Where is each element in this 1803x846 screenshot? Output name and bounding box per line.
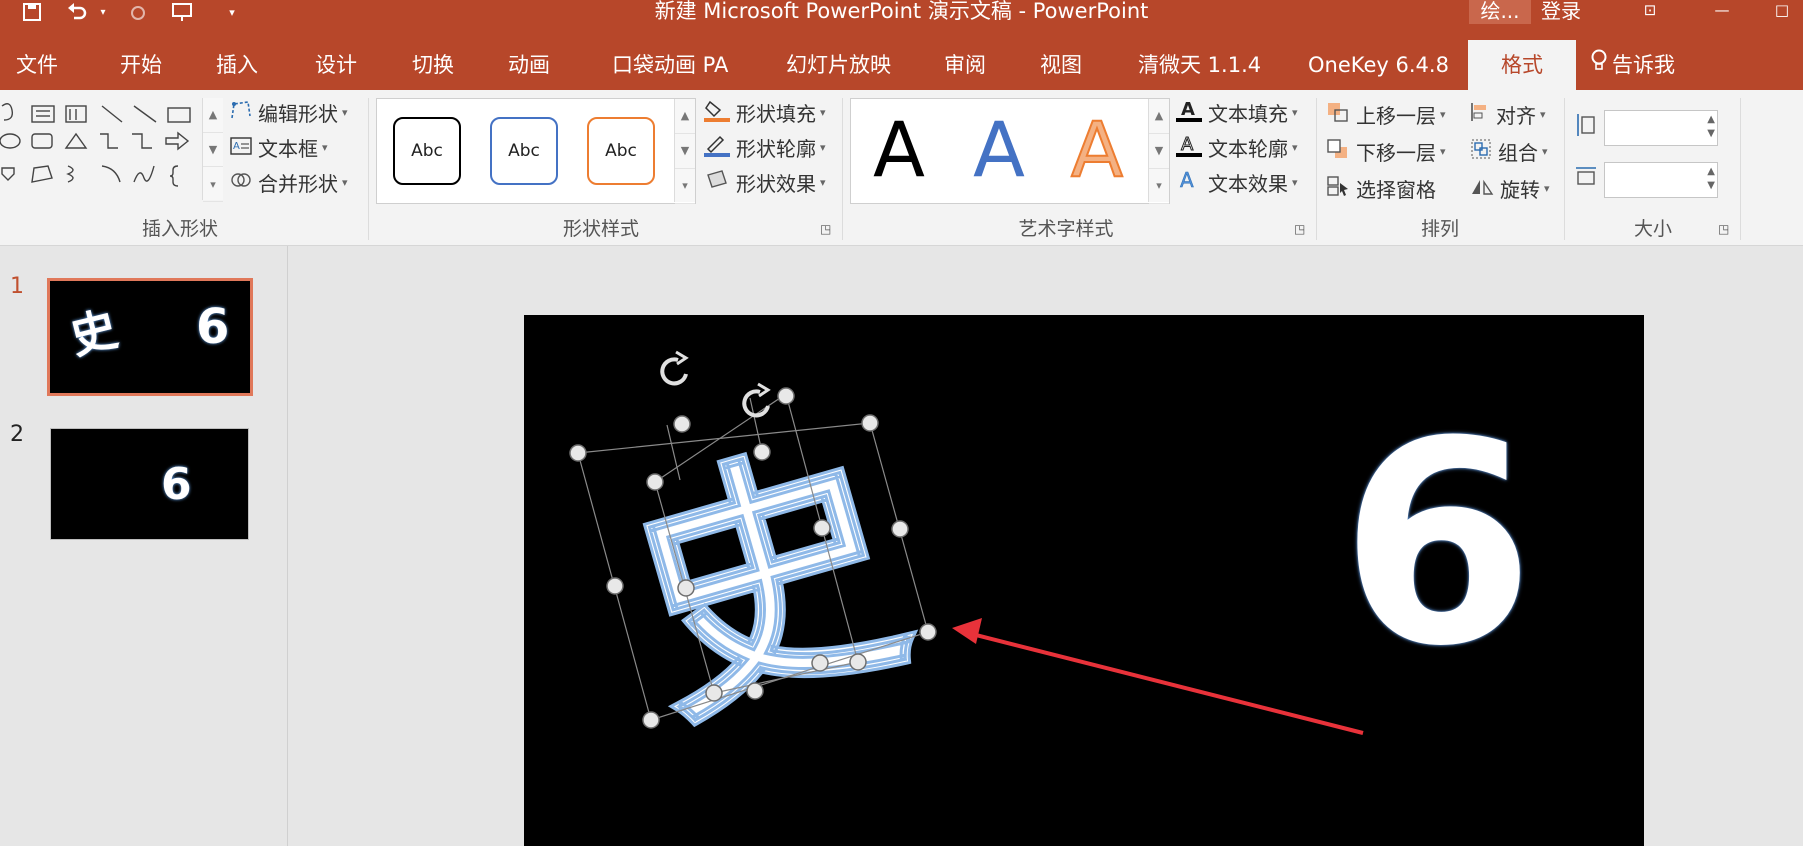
resize-handle[interactable]: [811, 654, 829, 672]
resize-handle[interactable]: [705, 684, 723, 702]
resize-handle[interactable]: [777, 387, 795, 405]
selection-overlay: 史: [569, 350, 1364, 767]
resize-handle[interactable]: [849, 653, 867, 671]
annotation-arrow: [952, 618, 1364, 735]
resize-handle[interactable]: [753, 443, 771, 461]
resize-handle[interactable]: [746, 682, 764, 700]
resize-handle[interactable]: [861, 414, 879, 432]
resize-handle[interactable]: [569, 444, 587, 462]
rotate-handle-icon[interactable]: [742, 382, 771, 418]
resize-handle[interactable]: [606, 577, 624, 595]
resize-handle[interactable]: [919, 623, 937, 641]
resize-handle[interactable]: [813, 519, 831, 537]
resize-handle[interactable]: [677, 579, 695, 597]
resize-handle[interactable]: [642, 711, 660, 729]
rotate-handle-icon[interactable]: [660, 350, 689, 386]
resize-handle[interactable]: [891, 520, 909, 538]
resize-handle[interactable]: [646, 473, 664, 491]
resize-handle[interactable]: [673, 415, 691, 433]
